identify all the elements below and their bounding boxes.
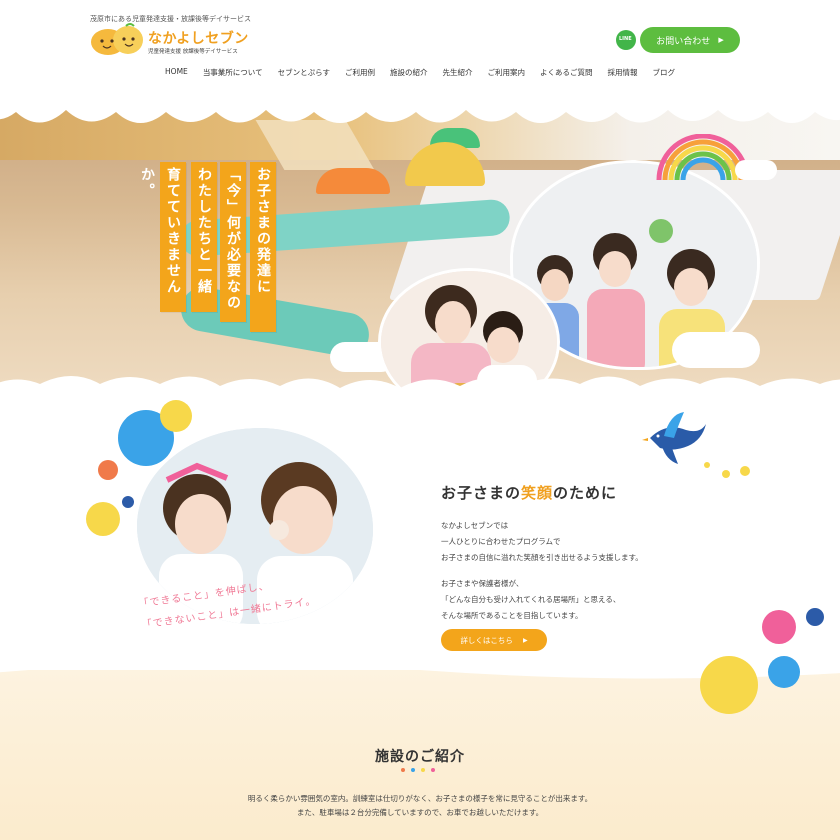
about-body-line: お子さまの自信に溢れた笑顔を引き出せるよう支援します。	[441, 553, 643, 562]
about-title-pre: お子さまの	[441, 484, 522, 502]
bird-icon	[642, 412, 706, 464]
title-dot-orange	[401, 768, 405, 772]
site-logo[interactable]: なかよしセブン 児童発達支援 放課後等デイサービス	[90, 22, 250, 58]
nav-item-teachers[interactable]: 先生紹介	[435, 67, 480, 78]
nav-item-usage-example[interactable]: ご利用例	[337, 67, 382, 78]
arrow-right-icon: ▶	[522, 636, 528, 644]
decor-dot-yellow-2	[86, 502, 120, 536]
logo-mascot-icon	[91, 23, 143, 55]
about-title-post: のために	[553, 484, 618, 502]
decor-dot-yellow-3	[700, 656, 758, 714]
about-title-highlight: 笑顔	[521, 484, 554, 502]
hero-cloud-bottom	[0, 376, 840, 400]
about-body-line: お子さまや保護者様が、	[441, 579, 524, 588]
nav-item-seven-plus[interactable]: セブンとぷらす	[270, 67, 337, 78]
about-body-gap	[441, 566, 643, 576]
facility-body-line: また、駐車場は２台分完備していますので、お車でお越しいただけます。	[296, 808, 544, 817]
facility-title-dots	[401, 768, 435, 772]
hero-copy-line-4: 育てていきませんか。	[139, 162, 186, 312]
contact-button[interactable]: お問い合わせ ▶	[640, 27, 740, 53]
hero-cloud-small-1	[735, 160, 777, 180]
nav-item-guide[interactable]: ご利用案内	[480, 67, 533, 78]
facility-body: 明るく柔らかい雰囲気の室内。訓練室は仕切りがなく、お子さまの様子を常に見守ること…	[0, 792, 840, 820]
nav-item-blog[interactable]: ブログ	[645, 67, 683, 78]
about-title: お子さまの笑顔のために	[441, 482, 617, 503]
nav-item-facility[interactable]: 施設の紹介	[382, 67, 435, 78]
main-nav: HOME 当事業所について セブンとぷらす ご利用例 施設の紹介 先生紹介 ご利…	[0, 67, 840, 78]
decor-dot-yellow	[160, 400, 192, 432]
hero-cloud-top	[0, 100, 840, 123]
title-dot-blue	[411, 768, 415, 772]
about-body-line: なかよしセブンでは	[441, 521, 509, 530]
nav-item-faq[interactable]: よくあるご質問	[532, 67, 600, 78]
site-header: 茂原市にある児童発達支援・放課後等デイサービス なかよしセブン 児童発達支援 放…	[0, 0, 840, 100]
decor-dot-pink	[762, 610, 796, 644]
about-section: 「できること」を伸ばし、 「できないこと」は一緒にトライ。 お子さまの笑顔のため…	[0, 400, 840, 680]
facility-section: 施設のご紹介 明るく柔らかい雰囲気の室内。訓練室は仕切りがなく、お子さまの様子を…	[0, 656, 840, 840]
hero-dome-orange	[316, 168, 390, 194]
facility-title: 施設のご紹介	[375, 749, 465, 765]
decor-dot-navy	[122, 496, 134, 508]
hero-copy-line-1: お子さまの発達に	[250, 162, 276, 332]
about-body: なかよしセブンでは 一人ひとりに合わせたプログラムで お子さまの自信に溢れた笑顔…	[441, 518, 643, 624]
line-label: LINE	[619, 36, 632, 42]
about-body-line: そんな場所であることを目指しています。	[441, 611, 583, 620]
line-icon[interactable]: LINE	[616, 30, 636, 50]
decor-dot-small-3	[740, 466, 750, 476]
decor-dot-small-2	[722, 470, 730, 478]
nav-item-about[interactable]: 当事業所について	[195, 67, 270, 78]
facility-body-line: 明るく柔らかい雰囲気の室内。訓練室は仕切りがなく、お子さまの様子を常に見守ること…	[247, 794, 593, 803]
arrow-right-icon: ▶	[718, 36, 724, 44]
decor-dot-navy-2	[806, 608, 824, 626]
decor-dot-blue-2	[768, 656, 800, 688]
logo-title: なかよしセブン	[148, 31, 249, 47]
contact-button-label: お問い合わせ	[656, 36, 711, 47]
about-body-line: 「どんな自分も受け入れてくれる居場所」と思える、	[441, 595, 621, 604]
hero-copy-line-2: 「今」何が必要なのか。	[199, 162, 246, 322]
hero-section: お子さまの発達に 「今」何が必要なのか。 わたしたちと一緒に 育てていきませんか…	[0, 100, 840, 400]
nav-item-home[interactable]: HOME	[158, 67, 196, 78]
about-body-line: 一人ひとりに合わせたプログラムで	[441, 537, 561, 546]
title-dot-pink	[431, 768, 435, 772]
logo-subtitle: 児童発達支援 放課後等デイサービス	[148, 49, 238, 55]
title-dot-yellow	[421, 768, 425, 772]
about-more-button[interactable]: 詳しくはこちら ▶	[441, 629, 547, 651]
decor-dot-small-1	[704, 462, 710, 468]
hero-copy-line-3: わたしたちと一緒に	[170, 162, 217, 312]
about-more-label: 詳しくはこちら	[460, 635, 513, 645]
nav-item-recruit[interactable]: 採用情報	[600, 67, 645, 78]
decor-dot-orange	[98, 460, 118, 480]
